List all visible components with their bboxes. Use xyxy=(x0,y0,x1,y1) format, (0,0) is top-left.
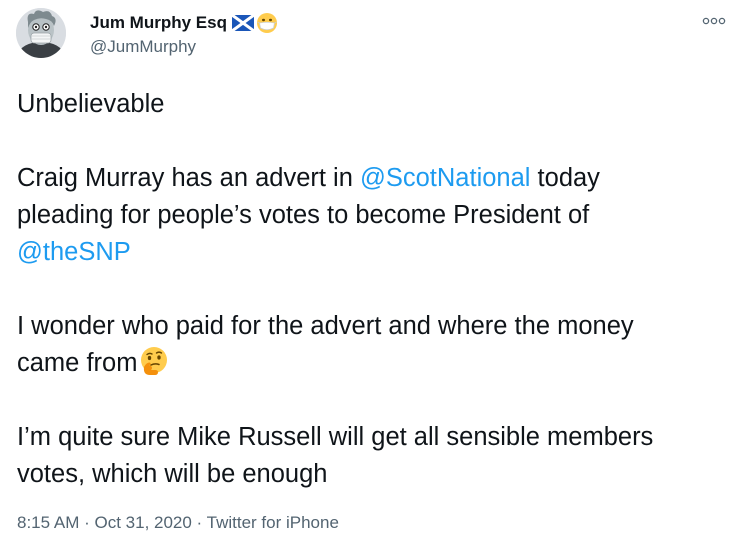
face-with-mask-icon xyxy=(256,12,278,34)
tweet-line: I’m quite sure Mike Russell will get all… xyxy=(17,423,654,451)
tweet-line: I wonder who paid for the advert and whe… xyxy=(17,312,634,340)
more-horizontal-icon[interactable] xyxy=(700,12,728,30)
mention-link-thesnp[interactable]: @theSNP xyxy=(17,238,131,266)
tweet-paragraph: I’m quite sure Mike Russell will get all… xyxy=(17,419,732,493)
scotland-flag-icon xyxy=(231,13,255,33)
separator: · xyxy=(191,513,207,532)
tweet-time[interactable]: 8:15 AM xyxy=(17,513,79,532)
tweet-text: Unbelievable Craig Murray has an advert … xyxy=(17,86,732,493)
tweet-source[interactable]: Twitter for iPhone xyxy=(207,513,339,532)
tweet-line: votes, which will be enough xyxy=(17,460,328,488)
tweet-line: today xyxy=(530,164,600,192)
avatar[interactable] xyxy=(16,8,66,58)
tweet-line: Unbelievable xyxy=(17,90,165,118)
tweet-line: came from xyxy=(17,349,138,377)
thinking-face-icon xyxy=(138,345,170,377)
tweet-metadata: 8:15 AM · Oct 31, 2020 · Twitter for iPh… xyxy=(17,513,339,533)
display-name[interactable]: Jum Murphy Esq xyxy=(90,13,227,33)
name-row: Jum Murphy Esq xyxy=(90,12,278,34)
tweet-line: Craig Murray has an advert in xyxy=(17,164,360,192)
tweet-paragraph: I wonder who paid for the advert and whe… xyxy=(17,308,732,382)
user-handle[interactable]: @JumMurphy xyxy=(90,37,278,57)
tweet-paragraph: Unbelievable xyxy=(17,86,732,123)
separator: · xyxy=(79,513,95,532)
mention-link-scotnational[interactable]: @ScotNational xyxy=(360,164,530,192)
tweet-date[interactable]: Oct 31, 2020 xyxy=(94,513,191,532)
tweet-paragraph: Craig Murray has an advert in @ScotNatio… xyxy=(17,160,732,271)
tweet-line: pleading for people’s votes to become Pr… xyxy=(17,201,590,229)
tweet-header: Jum Murphy Esq @JumMurphy xyxy=(90,12,278,57)
